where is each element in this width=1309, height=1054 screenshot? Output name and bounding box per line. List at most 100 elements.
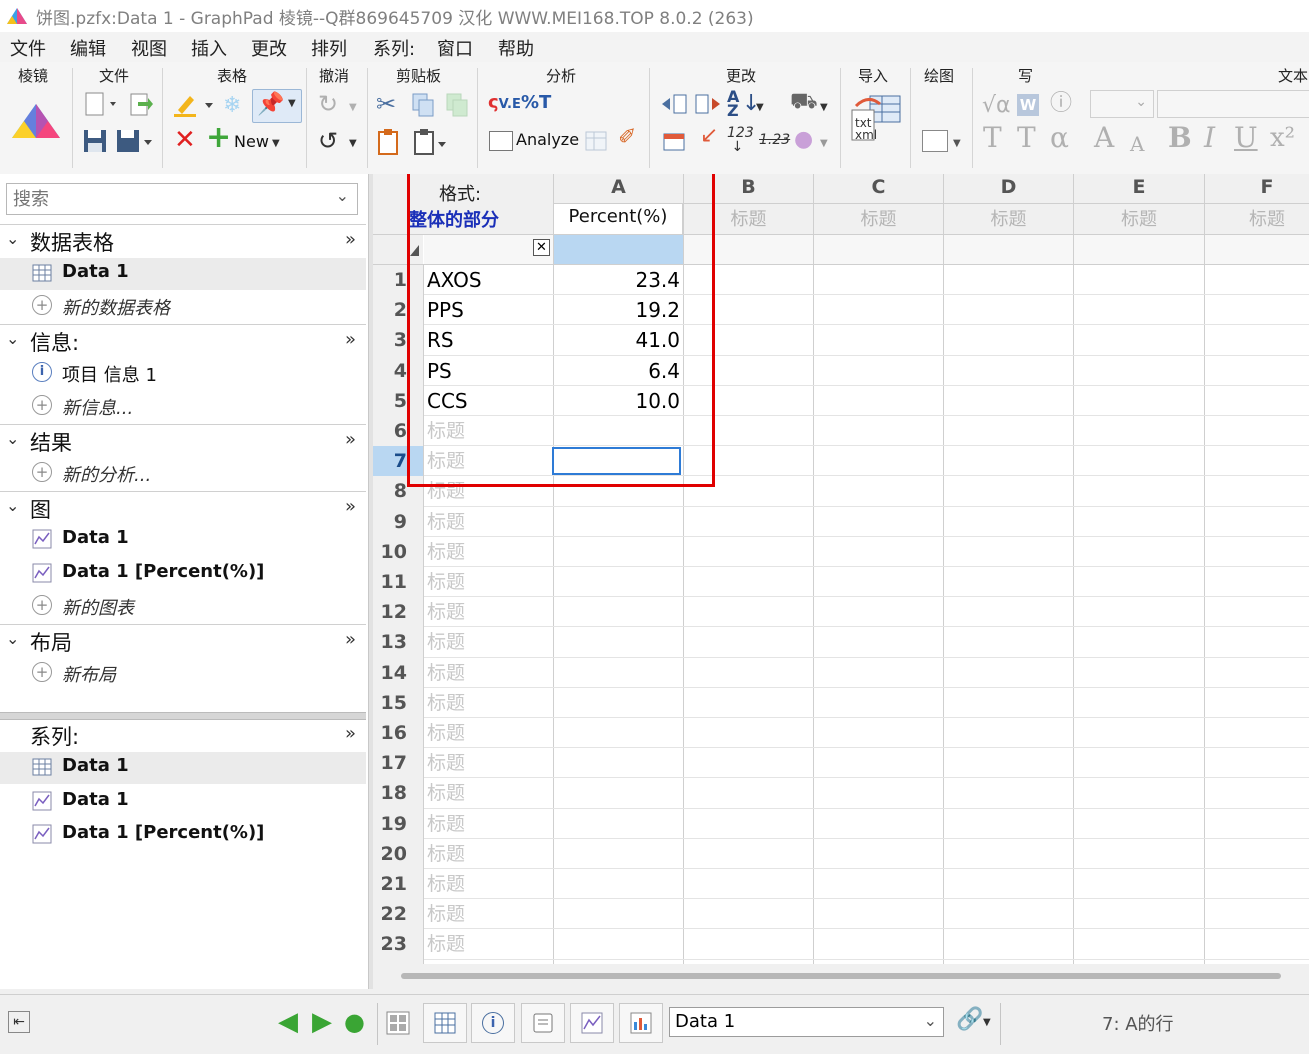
value-cell[interactable]	[554, 567, 682, 597]
row-number[interactable]: 16	[373, 718, 423, 748]
menu-insert[interactable]: 插入	[191, 35, 227, 61]
save-icon[interactable]	[83, 128, 107, 154]
value-cell[interactable]: 41.0	[554, 325, 682, 355]
open-file-icon[interactable]	[128, 92, 154, 118]
row-title-cell[interactable]: 标题	[425, 567, 551, 597]
row-title-cell[interactable]: 标题	[425, 597, 551, 627]
draw-dropdown-icon[interactable]: ▼	[953, 138, 961, 149]
nav-item-info[interactable]: i 项目 信息 1	[0, 358, 366, 390]
section-header-info[interactable]: ⌄ 信息: »	[0, 325, 366, 357]
value-cell[interactable]	[554, 627, 682, 657]
row-number[interactable]: 9	[373, 506, 423, 537]
value-cell[interactable]: 10.0	[554, 386, 682, 416]
paste-icon[interactable]	[376, 128, 402, 156]
family-item-graph[interactable]: Data 1	[0, 786, 366, 818]
column-title-a[interactable]: Percent(%)	[554, 204, 683, 234]
value-cell[interactable]: 23.4	[554, 265, 682, 295]
row-number[interactable]: 2	[373, 295, 423, 326]
navigate-search-icon[interactable]: ●	[344, 1008, 365, 1036]
value-cell[interactable]	[554, 869, 682, 899]
sort-icon[interactable]: AZ	[727, 89, 739, 119]
row-title-cell[interactable]: 标题	[425, 507, 551, 537]
font-size-select[interactable]: ⌄	[1090, 90, 1154, 118]
menu-view[interactable]: 视图	[131, 35, 167, 61]
row-title-cell[interactable]: 标题	[425, 476, 551, 506]
column-header-d[interactable]: D	[944, 176, 1074, 204]
underline-icon[interactable]: U	[1234, 124, 1258, 152]
column-header-e[interactable]: E	[1074, 176, 1205, 204]
scrollbar-thumb[interactable]	[401, 973, 1281, 979]
row-number[interactable]: 4	[373, 355, 423, 386]
snowflake-icon[interactable]: ❄	[223, 94, 241, 118]
row-title-cell[interactable]: CCS	[425, 386, 551, 416]
value-cell[interactable]	[554, 537, 682, 567]
view-data-table-button[interactable]	[423, 1003, 467, 1043]
draw-shape-icon[interactable]	[922, 130, 948, 152]
column-header-a[interactable]: A	[554, 176, 684, 204]
nav-item-graph[interactable]: Data 1	[0, 524, 366, 556]
column-title-d[interactable]: 标题	[944, 205, 1074, 235]
italic-icon[interactable]: I	[1204, 124, 1215, 152]
row-title-cell[interactable]: 标题	[425, 627, 551, 657]
row-title-cell[interactable]: 标题	[425, 416, 551, 446]
row-number[interactable]: 8	[373, 476, 423, 507]
menu-help[interactable]: 帮助	[498, 35, 534, 61]
row-title-cell[interactable]: PPS	[425, 295, 551, 325]
row-title-cell[interactable]: 标题	[425, 658, 551, 688]
copy-icon[interactable]	[410, 92, 436, 118]
move-arrow-icon[interactable]: ↙	[700, 124, 718, 148]
menu-file[interactable]: 文件	[10, 35, 46, 61]
color-palette-icon[interactable]: ●	[794, 128, 813, 152]
value-cell[interactable]	[554, 688, 682, 718]
view-results-button[interactable]	[521, 1003, 565, 1043]
section-more-icon[interactable]: »	[345, 329, 356, 350]
shrink-font-icon[interactable]: A	[1130, 132, 1144, 156]
value-cell[interactable]	[554, 899, 682, 929]
search-box[interactable]: ⌄	[6, 183, 358, 215]
column-header-b[interactable]: B	[684, 176, 814, 204]
row-number[interactable]: 15	[373, 687, 423, 718]
row-number[interactable]: 23	[373, 929, 423, 960]
menu-change[interactable]: 更改	[251, 35, 287, 61]
new-layout-item[interactable]: + 新布局	[0, 658, 366, 690]
search-dropdown-icon[interactable]: ⌄	[336, 186, 349, 205]
column-title-f[interactable]: 标题	[1205, 205, 1309, 235]
add-icon[interactable]: +	[206, 123, 231, 153]
text-box-icon[interactable]: T	[1017, 124, 1036, 152]
insert-column-right-icon[interactable]	[694, 92, 722, 116]
row-number[interactable]: 6	[373, 416, 423, 446]
decimal-format-icon[interactable]: 1.23	[759, 132, 790, 148]
value-cell[interactable]	[554, 476, 682, 506]
link-icon[interactable]: 🔗	[956, 1007, 983, 1032]
section-more-icon[interactable]: »	[345, 496, 356, 517]
row-number[interactable]: 12	[373, 597, 423, 628]
row-number[interactable]: 21	[373, 869, 423, 899]
column-header-c[interactable]: C	[814, 176, 944, 204]
row-title-cell[interactable]: 标题	[425, 748, 551, 778]
toggle-navigator-icon[interactable]: ⇤	[8, 1011, 30, 1033]
nav-item-data-table[interactable]: Data 1	[0, 258, 366, 290]
table-analysis-icon[interactable]	[584, 128, 610, 154]
row-title-cell[interactable]: 标题	[425, 929, 551, 959]
menu-family[interactable]: 系列:	[373, 35, 415, 61]
value-cell[interactable]	[554, 597, 682, 627]
row-title-cell[interactable]: 标题	[425, 446, 551, 476]
section-header-layouts[interactable]: ⌄ 布局 »	[0, 625, 366, 657]
value-cell[interactable]	[554, 416, 682, 446]
row-number[interactable]: 19	[373, 808, 423, 839]
percent-t-icon[interactable]: %T	[521, 92, 551, 113]
grow-font-icon[interactable]: A	[1094, 124, 1114, 152]
greek-symbol-icon[interactable]: α	[1050, 124, 1069, 152]
family-item-graph[interactable]: Data 1 [Percent(%)]	[0, 819, 366, 851]
column-title-b[interactable]: 标题	[684, 205, 814, 235]
row-number[interactable]: 7	[373, 446, 423, 477]
text-tool-icon[interactable]: T	[983, 124, 1002, 152]
section-header-data-tables[interactable]: ⌄ 数据表格 »	[0, 225, 366, 257]
data-sheet[interactable]: 格式: 整体的部分 A B C D E F Percent(%) 标题 标题 标…	[373, 174, 1309, 964]
new-file-icon[interactable]	[84, 92, 118, 118]
value-cell[interactable]	[554, 809, 682, 839]
row-title-cell[interactable]: 标题	[425, 869, 551, 899]
view-graph-button[interactable]	[570, 1003, 614, 1043]
collapse-chevron-icon[interactable]: ⌄	[6, 629, 19, 648]
horizontal-scrollbar[interactable]	[373, 964, 1309, 989]
